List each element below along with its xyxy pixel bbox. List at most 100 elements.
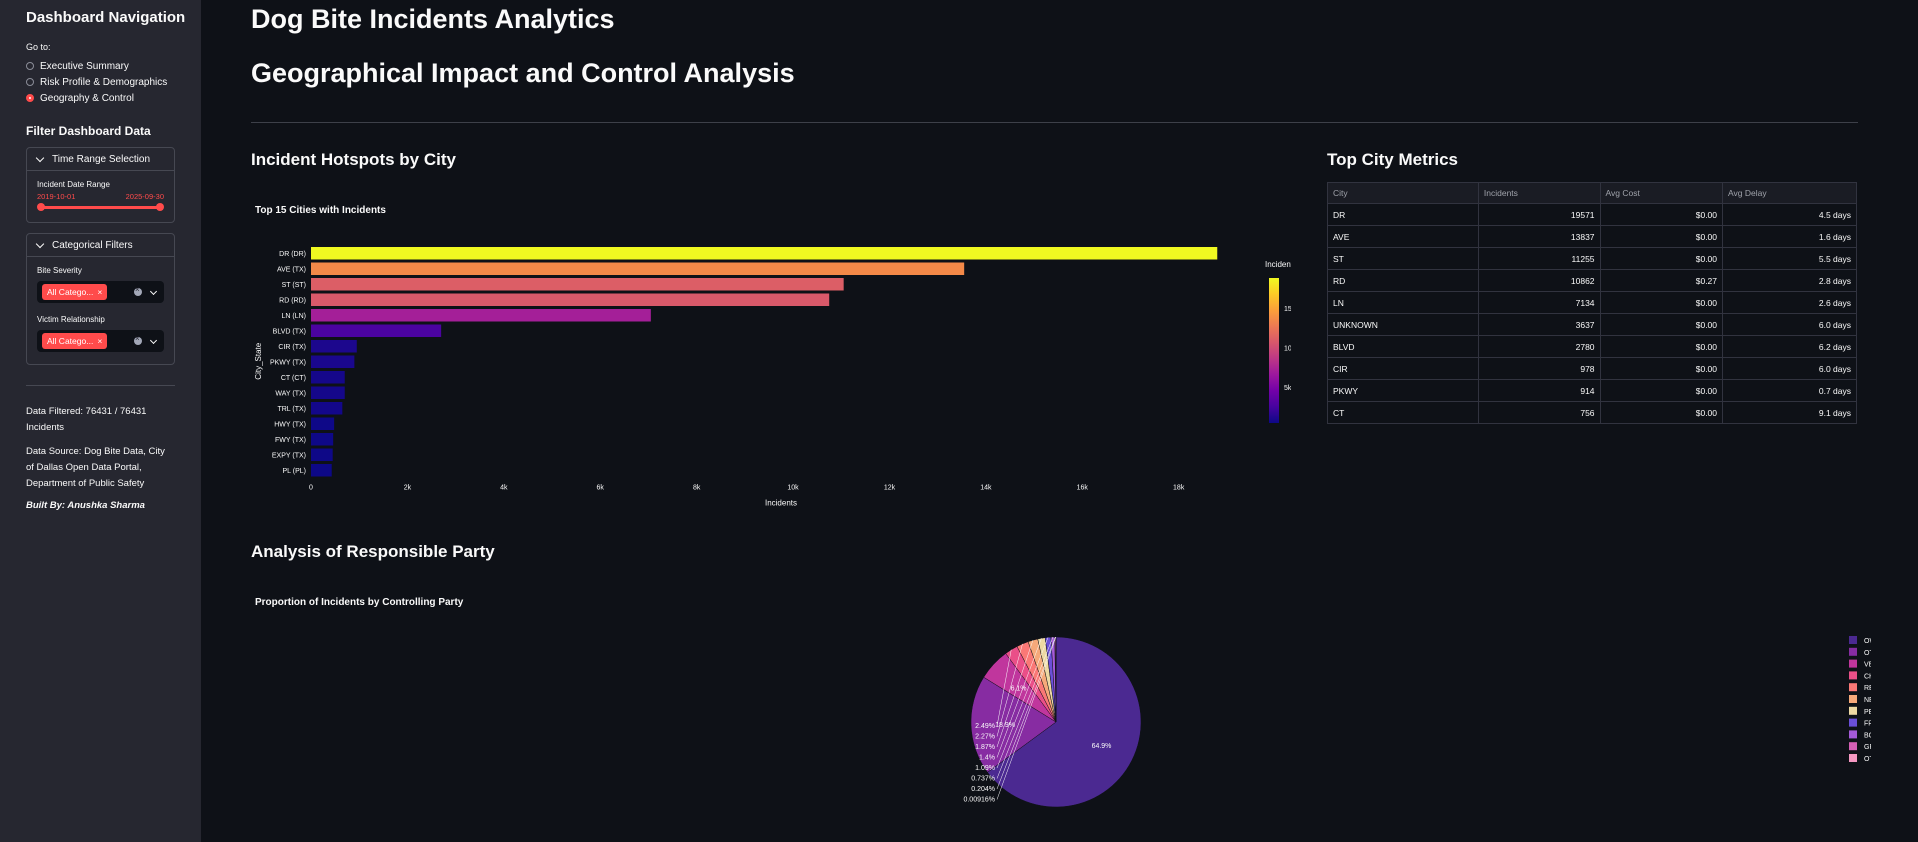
y-axis-label: City_State: [254, 342, 263, 379]
filter-title: Filter Dashboard Data: [26, 124, 151, 138]
clear-all-icon[interactable]: [134, 285, 142, 296]
data-filtered-text: Data Filtered: 76431 / 76431 Incidents: [26, 406, 147, 433]
table-cell: 5.5 days: [1722, 247, 1857, 270]
x-tick-label: 14k: [980, 485, 992, 492]
bar-0: [311, 247, 1218, 260]
y-tick-label: BLVD (TX): [273, 328, 306, 335]
built-by-text: Built By: Anushka Sharma: [26, 500, 145, 511]
slider-end-value: 2025-09-30: [125, 192, 164, 201]
table-row: CIR 978 $0.00 6.0 days: [1327, 357, 1857, 380]
legend-item-label: VET CLINIC: [1864, 662, 1871, 669]
slider-track[interactable]: [39, 206, 162, 209]
table-cell: $0.00: [1599, 335, 1724, 358]
table-row: CT 756 $0.00 9.1 days: [1327, 401, 1857, 424]
sidebar-title: Dashboard Navigation: [26, 9, 186, 26]
slider-end-handle[interactable]: [156, 203, 164, 211]
bar-5: [311, 324, 442, 337]
slice-label: 1.4%: [979, 755, 995, 762]
slice-label: 1.09%: [975, 765, 995, 772]
slice-label: 0.204%: [971, 786, 995, 793]
victim-relationship-label: Victim Relationship: [37, 315, 105, 324]
tag-remove-icon[interactable]: ×: [97, 287, 102, 297]
table-cell: DR: [1327, 203, 1479, 226]
legend-swatch: [1849, 647, 1857, 656]
categorical-filters-expander-header[interactable]: Categorical Filters: [27, 234, 174, 257]
date-range-slider[interactable]: [37, 201, 164, 213]
y-tick-label: CT (CT): [281, 375, 306, 382]
bar-6: [311, 340, 357, 353]
table-cell: AVE: [1327, 225, 1479, 248]
page-subtitle: Geographical Impact and Control Analysis: [251, 58, 795, 88]
pie-chart-title: Proportion of Incidents by Controlling P…: [255, 597, 464, 608]
sidebar: Dashboard Navigation Go to: Executive Su…: [0, 0, 201, 842]
nav-geography-control[interactable]: Geography & Control: [26, 90, 175, 106]
legend-swatch: [1849, 695, 1857, 703]
column-header[interactable]: Avg Cost: [1599, 182, 1724, 204]
slider-start-value: 2019-10-01: [37, 192, 76, 201]
table-cell: 2780: [1477, 335, 1601, 358]
column-header[interactable]: Incidents: [1477, 182, 1601, 204]
legend-item-label: BOARD FAC: [1864, 732, 1871, 739]
nav-label: Executive Summary: [40, 60, 129, 72]
slice-label: 2.27%: [975, 734, 995, 741]
victim-relationship-multiselect[interactable]: All Catego... ×: [37, 330, 164, 352]
y-tick-label: RD (RD): [279, 297, 306, 304]
table-cell: $0.00: [1599, 401, 1724, 424]
table-cell: 3637: [1477, 313, 1601, 336]
slice-label: 1.87%: [975, 744, 995, 751]
chevron-down-icon[interactable]: [149, 287, 158, 295]
party-heading: Analysis of Responsible Party: [251, 542, 495, 561]
table-cell: 6.0 days: [1722, 313, 1857, 336]
colorbar-tick-label: 5k: [1284, 385, 1291, 392]
bite-severity-label: Bite Severity: [37, 266, 82, 275]
table-cell: UNKNOWN: [1327, 313, 1479, 336]
column-header[interactable]: Avg Delay: [1722, 182, 1857, 204]
legend-swatch: [1849, 683, 1857, 692]
bite-severity-tag[interactable]: All Catego... ×: [42, 284, 108, 300]
table-cell: $0.00: [1599, 225, 1724, 248]
tag-remove-icon[interactable]: ×: [97, 336, 102, 346]
city-bar-chart[interactable]: Top 15 Cities with Incidents DR (DR) AVE (…: [251, 195, 1291, 515]
x-axis-label: Incidents: [765, 499, 797, 508]
bar-4: [311, 309, 651, 322]
victim-relationship-tag[interactable]: All Catego... ×: [42, 333, 108, 349]
legend-item-label: RELATIVES: [1864, 685, 1871, 692]
radio-icon[interactable]: [26, 62, 34, 70]
radio-selected-icon[interactable]: [26, 94, 34, 102]
x-tick-label: 10k: [787, 485, 799, 492]
column-header[interactable]: City: [1327, 182, 1479, 204]
chevron-down-icon: [35, 153, 45, 162]
slider-start-handle[interactable]: [37, 203, 45, 211]
metrics-heading: Top City Metrics: [1327, 150, 1458, 169]
table-row: BLVD 2780 $0.00 6.2 days: [1327, 335, 1857, 358]
chevron-down-icon[interactable]: [149, 336, 158, 344]
time-range-expander-header[interactable]: Time Range Selection: [27, 148, 174, 171]
date-range-label: Incident Date Range: [37, 180, 110, 189]
bar-11: [311, 417, 335, 430]
legend-item-label: CHILD: [1864, 673, 1871, 680]
table-row: DR 19571 $0.00 4.5 days: [1327, 203, 1857, 226]
table-cell: $0.27: [1599, 269, 1724, 292]
chevron-down-icon: [35, 239, 45, 248]
nav-label: Geography & Control: [40, 92, 134, 104]
table-cell: 13837: [1477, 225, 1601, 248]
bite-severity-multiselect[interactable]: All Catego... ×: [37, 281, 164, 303]
table-row: ST 11255 $0.00 5.5 days: [1327, 247, 1857, 270]
y-tick-label: CIR (TX): [278, 344, 306, 351]
bar-14: [311, 464, 332, 477]
x-tick-label: 4k: [500, 485, 508, 492]
table-cell: 1.6 days: [1722, 225, 1857, 248]
legend-item-label: GROOM FAC: [1864, 744, 1871, 751]
main-content: Dog Bite Incidents Analytics Geographica…: [201, 0, 1918, 842]
table-cell: $0.00: [1599, 379, 1724, 402]
clear-all-icon[interactable]: [134, 334, 142, 345]
radio-icon[interactable]: [26, 78, 34, 86]
nav-executive-summary[interactable]: Executive Summary: [26, 58, 175, 74]
nav-risk-profile[interactable]: Risk Profile & Demographics: [26, 74, 175, 90]
table-cell: 914: [1477, 379, 1601, 402]
controlling-party-pie-chart[interactable]: Proportion of Incidents by Controlling P…: [251, 585, 1871, 842]
legend-swatch: [1849, 730, 1857, 739]
table-cell: $0.00: [1599, 247, 1724, 270]
legend-item-label: OTHER: [1864, 650, 1871, 657]
tag-label: All Catego...: [47, 287, 94, 297]
